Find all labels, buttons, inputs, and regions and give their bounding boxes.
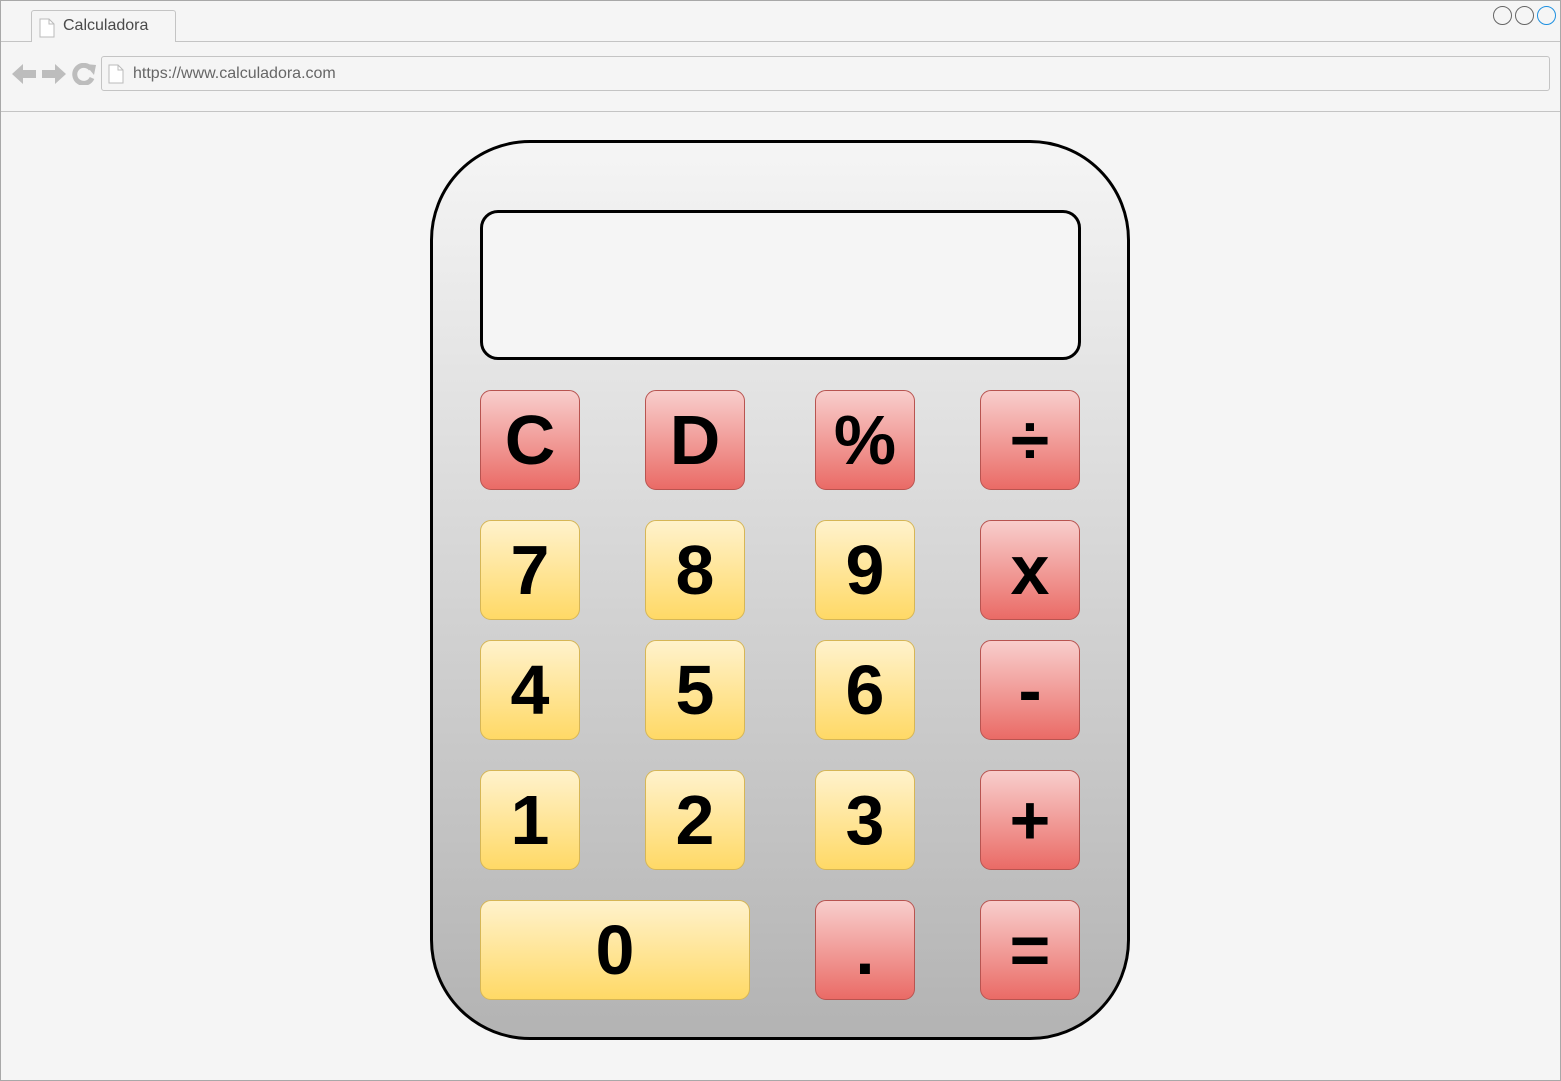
page-icon: [108, 64, 124, 89]
tab-strip: Calculadora: [1, 1, 1560, 42]
digit-8-button[interactable]: 8: [645, 520, 745, 620]
digit-9-button[interactable]: 9: [815, 520, 915, 620]
navigation-bar: https://www.calculadora.com: [1, 42, 1560, 112]
clear-button[interactable]: C: [480, 390, 580, 490]
digit-4-button[interactable]: 4: [480, 640, 580, 740]
browser-tab[interactable]: Calculadora: [31, 10, 176, 42]
maximize-button[interactable]: [1515, 6, 1534, 25]
digit-5-button[interactable]: 5: [645, 640, 745, 740]
decimal-button[interactable]: .: [815, 900, 915, 1000]
add-button[interactable]: +: [980, 770, 1080, 870]
digit-6-button[interactable]: 6: [815, 640, 915, 740]
divide-button[interactable]: ÷: [980, 390, 1080, 490]
percent-button[interactable]: %: [815, 390, 915, 490]
reload-icon[interactable]: [72, 62, 96, 90]
subtract-button[interactable]: -: [980, 640, 1080, 740]
multiply-button[interactable]: x: [980, 520, 1080, 620]
close-button[interactable]: [1537, 6, 1556, 25]
window-controls: [1493, 6, 1556, 25]
digit-7-button[interactable]: 7: [480, 520, 580, 620]
minimize-button[interactable]: [1493, 6, 1512, 25]
page-icon: [39, 18, 55, 43]
url-text: https://www.calculadora.com: [133, 65, 336, 82]
digit-2-button[interactable]: 2: [645, 770, 745, 870]
tab-title: Calculadora: [63, 17, 149, 34]
forward-arrow-icon[interactable]: [42, 63, 66, 90]
back-arrow-icon[interactable]: [12, 63, 36, 90]
calculator-display: [480, 210, 1081, 360]
digit-3-button[interactable]: 3: [815, 770, 915, 870]
address-bar[interactable]: https://www.calculadora.com: [101, 56, 1550, 91]
equals-button[interactable]: =: [980, 900, 1080, 1000]
delete-button[interactable]: D: [645, 390, 745, 490]
digit-0-button[interactable]: 0: [480, 900, 750, 1000]
digit-1-button[interactable]: 1: [480, 770, 580, 870]
